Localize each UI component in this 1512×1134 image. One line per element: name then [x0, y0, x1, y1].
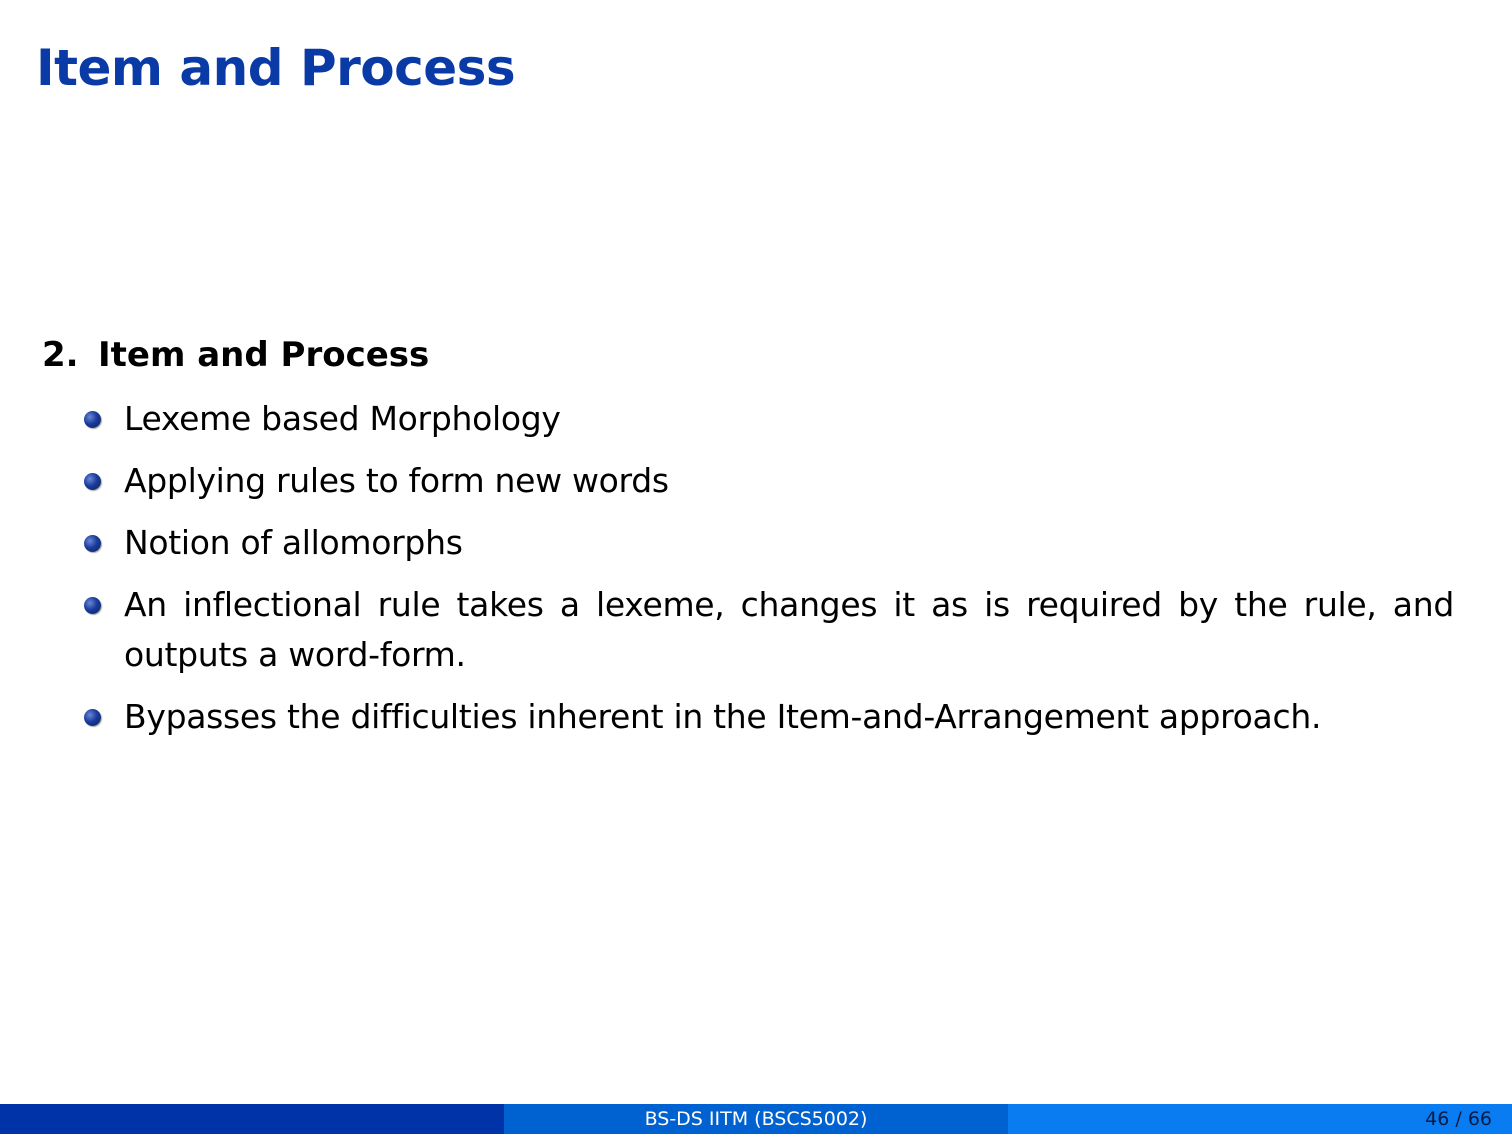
bullet-text: Notion of allomorphs — [124, 523, 463, 562]
list-item: An inflectional rule takes a lexeme, cha… — [84, 580, 1482, 680]
section-heading-text: Item and Process — [98, 335, 430, 375]
bullet-list: Lexeme based Morphology Applying rules t… — [42, 394, 1482, 742]
list-item: Bypasses the difficulties inherent in th… — [84, 692, 1482, 742]
bullet-icon — [84, 709, 101, 726]
bullet-text: Lexeme based Morphology — [124, 399, 561, 438]
slide-title: Item and Process — [36, 39, 516, 97]
footer-left-segment — [0, 1104, 504, 1134]
bullet-icon — [84, 411, 101, 428]
footer-course-label: BS-DS IITM (BSCS5002) — [504, 1104, 1008, 1134]
bullet-text: Applying rules to form new words — [124, 461, 669, 500]
bullet-icon — [84, 597, 101, 614]
bullet-icon — [84, 473, 101, 490]
bullet-text: An inflectional rule takes a lexeme, cha… — [124, 585, 1454, 674]
enumerated-section: 2. Item and Process Lexeme based Morphol… — [42, 334, 1482, 754]
list-item: Applying rules to form new words — [84, 456, 1482, 506]
slide: Item and Process 2. Item and Process Lex… — [0, 0, 1512, 1134]
list-item: Notion of allomorphs — [84, 518, 1482, 568]
footer-bar: BS-DS IITM (BSCS5002) 46 / 66 — [0, 1104, 1512, 1134]
bullet-icon — [84, 535, 101, 552]
section-number: 2. — [42, 335, 79, 375]
list-item: Lexeme based Morphology — [84, 394, 1482, 444]
footer-page-number: 46 / 66 — [1008, 1104, 1512, 1134]
bullet-text: Bypasses the difficulties inherent in th… — [124, 697, 1322, 736]
section-heading: 2. Item and Process — [42, 334, 1482, 376]
